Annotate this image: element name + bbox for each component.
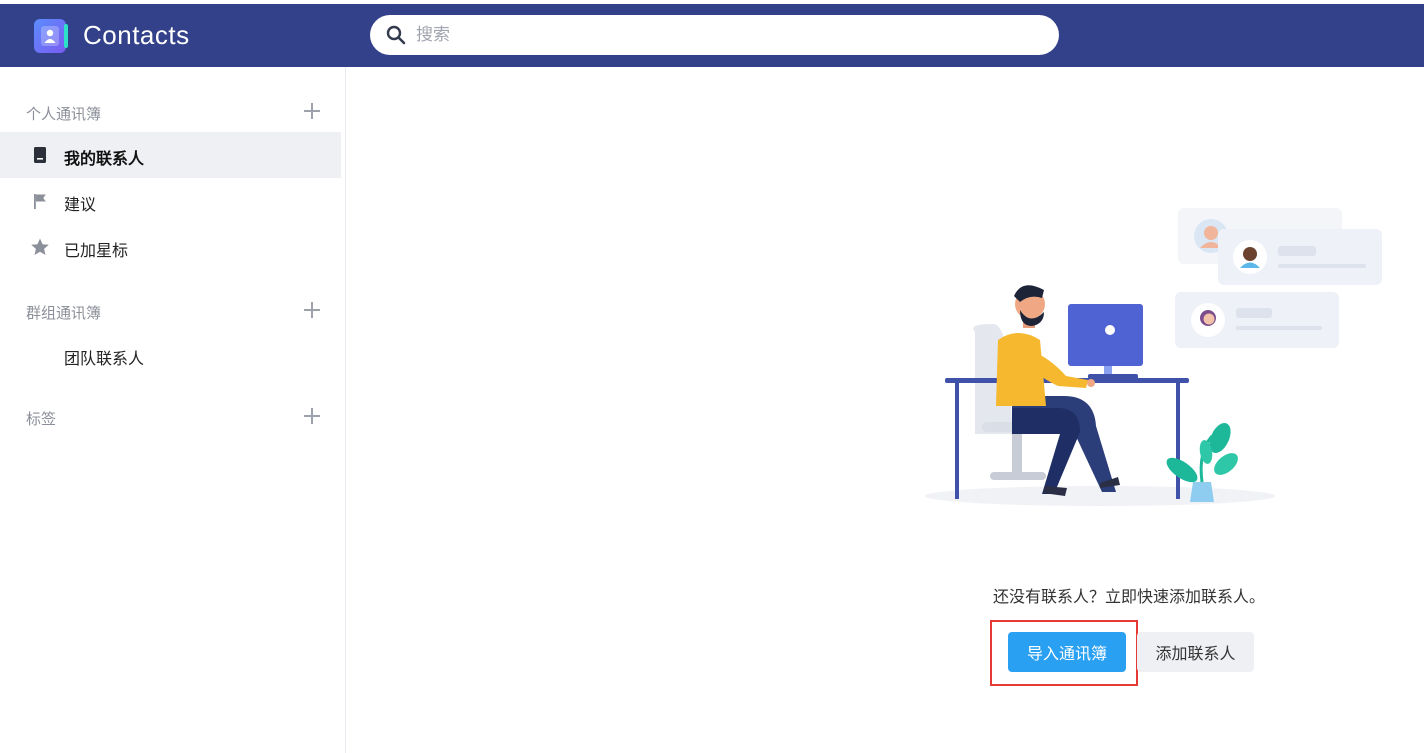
tags-section: 标签 <box>0 402 346 432</box>
empty-state-message: 还没有联系人？立即快速添加联系人。 <box>993 589 1266 606</box>
contacts-logo-icon <box>34 19 68 53</box>
add-personal-addressbook-icon[interactable] <box>302 101 322 121</box>
sidebar-item-starred[interactable]: 已加星标 <box>0 224 341 270</box>
sidebar-item-suggestions[interactable]: 建议 <box>0 178 341 224</box>
section-label: 标签 <box>26 411 57 428</box>
add-tag-icon[interactable] <box>302 406 322 426</box>
star-icon <box>31 238 49 255</box>
empty-contacts-illustration <box>925 208 1382 506</box>
import-addressbook-button[interactable]: 导入通讯簿 <box>1008 632 1126 672</box>
add-contact-button[interactable]: 添加联系人 <box>1137 632 1254 672</box>
sidebar-item-label: 团队联系人 <box>64 351 145 368</box>
sidebar-item-label: 我的联系人 <box>64 151 145 168</box>
add-group-addressbook-icon[interactable] <box>302 300 322 320</box>
sidebar: 个人通讯簿 我的联系人 建议 已加星标 群组通讯簿 团队联系人 标签 <box>0 67 346 753</box>
sidebar-item-label: 建议 <box>64 197 97 214</box>
app-header: Contacts <box>0 4 1424 67</box>
search-input[interactable] <box>416 20 1036 50</box>
address-book-icon <box>34 147 46 163</box>
sidebar-item-my-contacts[interactable]: 我的联系人 <box>0 132 341 178</box>
search-bar[interactable] <box>370 15 1059 55</box>
flag-icon <box>34 194 46 209</box>
sidebar-item-label: 已加星标 <box>64 243 129 260</box>
group-addressbook-section: 群组通讯簿 <box>0 296 346 326</box>
app-title: Contacts <box>83 20 190 50</box>
personal-addressbook-section: 个人通讯簿 <box>0 97 346 127</box>
sidebar-item-team-contacts[interactable]: 团队联系人 <box>0 332 341 378</box>
search-icon <box>386 25 406 45</box>
section-label: 个人通讯簿 <box>26 106 102 123</box>
section-label: 群组通讯簿 <box>26 305 102 322</box>
